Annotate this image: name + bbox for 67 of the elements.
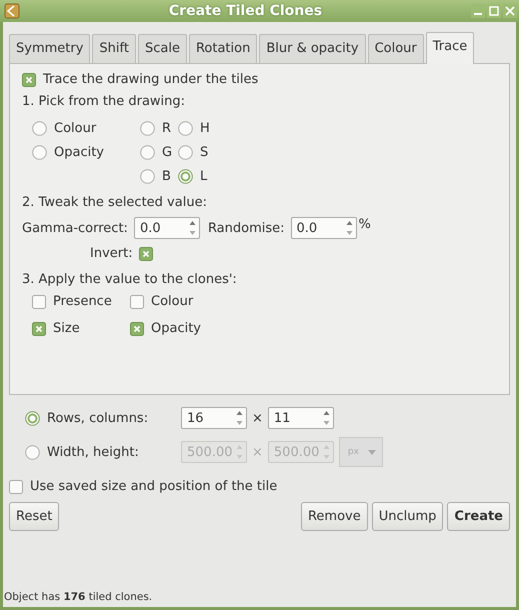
- radio-button[interactable]: [32, 144, 47, 160]
- rows-field[interactable]: 16: [181, 407, 247, 429]
- maximize-icon[interactable]: [487, 4, 501, 18]
- radio-label: G: [162, 144, 172, 160]
- radio-label: S: [200, 144, 208, 160]
- checked-checkbox[interactable]: [138, 246, 153, 260]
- close-icon[interactable]: [503, 4, 517, 18]
- spin-arrows-icon[interactable]: [344, 219, 354, 237]
- field-label: Invert:: [90, 246, 133, 261]
- radio-label: L: [200, 168, 208, 184]
- gamma-field[interactable]: 0.0: [134, 217, 200, 239]
- tab[interactable]: Scale: [138, 34, 187, 63]
- radio-button[interactable]: [32, 120, 47, 136]
- window-title: Create Tiled Clones: [168, 3, 324, 19]
- times-sign: ×: [252, 444, 263, 460]
- radio-button[interactable]: [140, 120, 155, 136]
- app-icon: [4, 3, 20, 19]
- checkbox[interactable]: [32, 294, 46, 308]
- checked-checkbox[interactable]: [130, 322, 144, 336]
- radio-label: B: [162, 168, 171, 184]
- button[interactable]: Reset: [9, 502, 60, 531]
- radio-button[interactable]: [140, 144, 155, 160]
- checkbox[interactable]: [9, 480, 23, 494]
- tab[interactable]: Shift: [92, 34, 136, 63]
- spin-arrows-icon[interactable]: [188, 219, 197, 237]
- tab[interactable]: Colour: [368, 34, 424, 63]
- radio-button[interactable]: [178, 168, 193, 184]
- caret-icon: [368, 450, 376, 454]
- section-heading: 3. Apply the value to the clones':: [22, 272, 238, 287]
- randomise-field[interactable]: 0.0: [290, 217, 357, 239]
- radio-label: H: [200, 120, 210, 136]
- button[interactable]: Create: [447, 502, 510, 531]
- checkbox-label: Use saved size and position of the tile: [30, 479, 278, 494]
- checked-checkbox[interactable]: [22, 72, 36, 86]
- radio-button[interactable]: [178, 144, 193, 160]
- columns-field[interactable]: 11: [268, 407, 334, 429]
- minimize-icon[interactable]: [471, 4, 485, 18]
- checkbox-label: Size: [53, 321, 80, 336]
- radio-button[interactable]: [25, 410, 40, 426]
- times-sign: ×: [252, 410, 263, 426]
- checkbox-label: Trace the drawing under the tiles: [43, 72, 258, 87]
- checkbox[interactable]: [130, 294, 144, 308]
- checkbox-label: Opacity: [151, 321, 202, 336]
- field-label: Randomise:: [208, 220, 285, 236]
- radio-label: Rows, columns:: [47, 410, 148, 426]
- tab[interactable]: Symmetry: [9, 34, 90, 63]
- status-text: Object has 176 tiled clones.: [3, 591, 154, 605]
- radio-button[interactable]: [178, 120, 193, 136]
- button[interactable]: Remove: [300, 502, 368, 531]
- checkbox-label: Presence: [53, 294, 112, 309]
- tab[interactable]: Rotation: [188, 34, 258, 63]
- checked-checkbox[interactable]: [32, 322, 46, 336]
- radio-label: Opacity: [54, 144, 104, 160]
- radio-label: Width, height:: [47, 444, 139, 460]
- radio-label: Colour: [54, 120, 96, 136]
- checkbox-label: Colour: [151, 294, 194, 309]
- spin-arrows-icon[interactable]: [322, 409, 331, 427]
- tab[interactable]: Blur & opacity: [259, 34, 366, 63]
- button[interactable]: Unclump: [372, 502, 444, 531]
- field-label: Gamma-correct:: [22, 220, 128, 236]
- unit-label: %: [358, 217, 371, 232]
- section-heading: 1. Pick from the drawing:: [22, 94, 186, 109]
- tab[interactable]: Trace: [426, 32, 474, 64]
- spin-arrows-icon[interactable]: [235, 409, 244, 427]
- radio-label: R: [162, 120, 172, 136]
- radio-button[interactable]: [140, 168, 155, 184]
- section-heading: 2. Tweak the selected value:: [22, 195, 208, 210]
